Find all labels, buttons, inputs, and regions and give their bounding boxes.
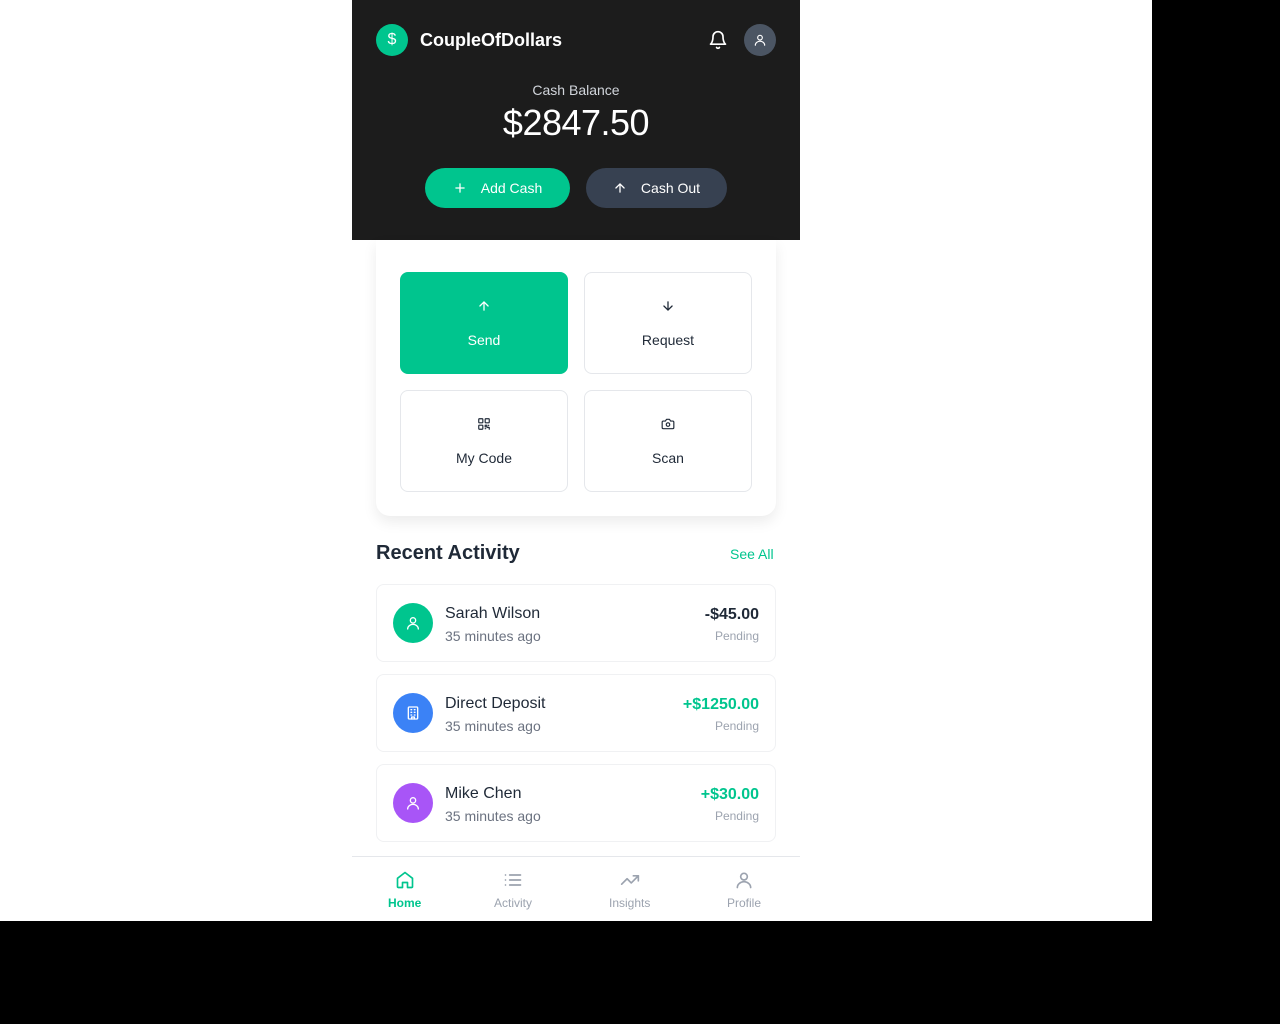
transaction-time: 35 minutes ago — [445, 628, 541, 644]
scan-button[interactable]: Scan — [584, 390, 752, 492]
quick-actions-card: Send Request My Code Scan — [376, 240, 776, 516]
arrow-up-icon — [613, 181, 627, 195]
brand: $ CoupleOfDollars — [376, 24, 562, 56]
browser-viewport: $ CoupleOfDollars Cash Balance $2847.50 … — [0, 0, 1152, 921]
transaction-amount: +$30.00 — [700, 786, 759, 803]
building-icon — [393, 693, 433, 733]
transaction-row[interactable]: Direct Deposit 35 minutes ago +$1250.00 … — [376, 674, 776, 752]
see-all-link[interactable]: See All — [730, 546, 774, 562]
home-icon — [395, 869, 415, 891]
bottom-nav: Home Activity Insights Profile — [352, 856, 800, 921]
nav-profile[interactable]: Profile — [727, 869, 761, 910]
add-cash-button[interactable]: Add Cash — [425, 168, 570, 208]
transaction-time: 35 minutes ago — [445, 718, 541, 734]
user-icon — [393, 603, 433, 643]
camera-icon — [661, 417, 675, 431]
nav-home-label: Home — [388, 896, 422, 910]
profile-avatar-button[interactable] — [744, 24, 776, 56]
transaction-status: Pending — [714, 629, 759, 643]
request-label: Request — [641, 332, 695, 348]
transaction-time: 35 minutes ago — [445, 808, 541, 824]
nav-insights[interactable]: Insights — [609, 869, 650, 910]
transaction-name: Sarah Wilson — [445, 605, 541, 622]
app-name: CoupleOfDollars — [420, 29, 563, 50]
qr-code-icon — [477, 417, 491, 431]
balance-label: Cash Balance — [532, 82, 620, 98]
my-code-label: My Code — [455, 450, 513, 466]
nav-activity-label: Activity — [494, 896, 533, 910]
add-cash-label: Add Cash — [480, 180, 543, 196]
balance-value: $2847.50 — [502, 102, 650, 143]
dollar-icon: $ — [376, 24, 408, 56]
trending-up-icon — [620, 869, 640, 891]
nav-home[interactable]: Home — [388, 869, 421, 910]
transaction-status: Pending — [714, 809, 759, 823]
send-button[interactable]: Send — [400, 272, 568, 374]
arrow-down-icon — [661, 299, 675, 313]
scan-label: Scan — [652, 450, 684, 466]
transaction-row[interactable]: Sarah Wilson 35 minutes ago -$45.00 Pend… — [376, 584, 776, 662]
user-icon — [393, 783, 433, 823]
send-label: Send — [467, 332, 501, 348]
transaction-name: Mike Chen — [445, 785, 522, 802]
user-icon — [734, 869, 754, 891]
list-icon — [503, 869, 523, 891]
app-screen: $ CoupleOfDollars Cash Balance $2847.50 … — [352, 0, 800, 921]
user-icon — [753, 33, 767, 47]
app-header: $ CoupleOfDollars Cash Balance $2847.50 … — [352, 0, 800, 240]
nav-profile-label: Profile — [727, 896, 762, 910]
nav-insights-label: Insights — [609, 896, 651, 910]
cash-out-button[interactable]: Cash Out — [586, 168, 727, 208]
recent-activity-title: Recent Activity — [376, 542, 520, 564]
cash-out-label: Cash Out — [640, 180, 701, 196]
transaction-name: Direct Deposit — [445, 695, 546, 712]
transaction-status: Pending — [714, 719, 759, 733]
transaction-amount: +$1250.00 — [682, 696, 759, 713]
bell-icon[interactable] — [708, 30, 728, 50]
transaction-row[interactable]: Mike Chen 35 minutes ago +$30.00 Pending — [376, 764, 776, 842]
request-button[interactable]: Request — [584, 272, 752, 374]
my-code-button[interactable]: My Code — [400, 390, 568, 492]
plus-icon — [453, 181, 467, 195]
arrow-up-icon — [477, 299, 491, 313]
nav-activity[interactable]: Activity — [494, 869, 532, 910]
transaction-amount: -$45.00 — [704, 606, 759, 623]
